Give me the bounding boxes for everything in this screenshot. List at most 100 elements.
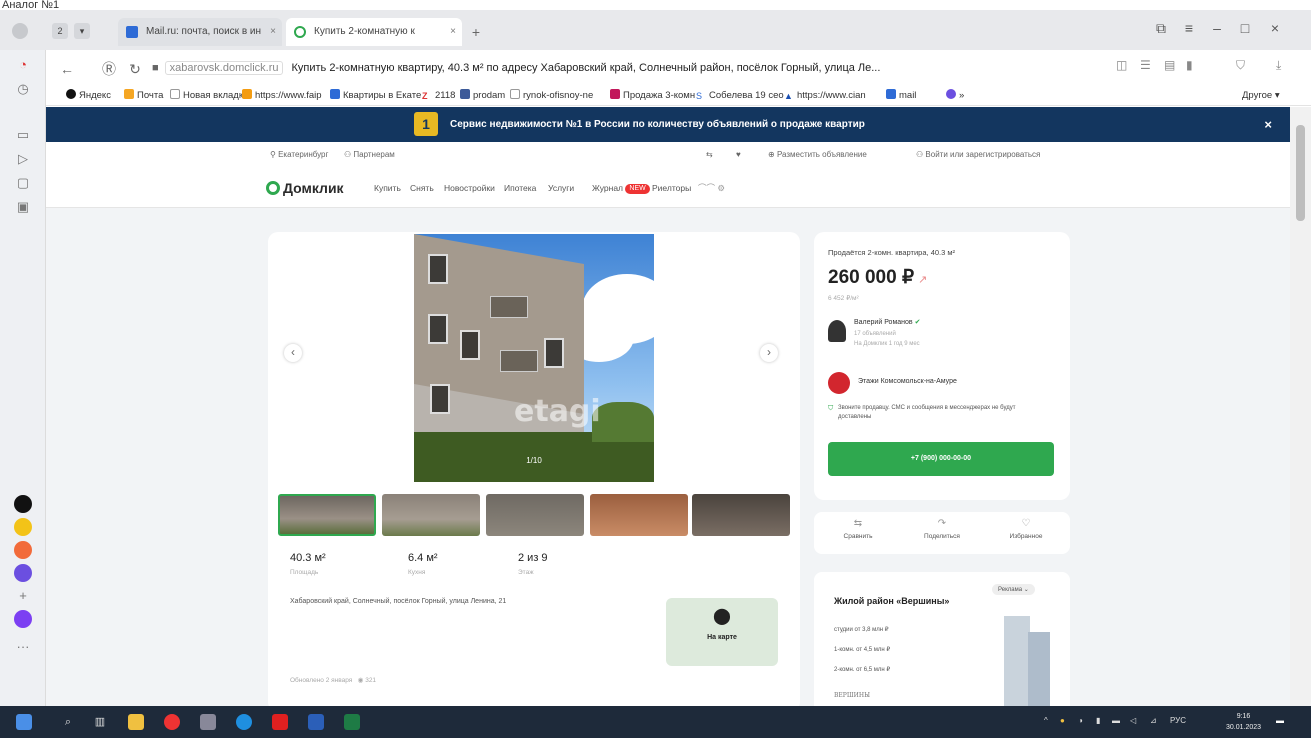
start-icon[interactable] — [16, 714, 32, 730]
word-icon[interactable] — [308, 714, 324, 730]
bookmark-item[interactable]: Квартиры в Екате — [330, 86, 421, 105]
trend-icon[interactable]: ↗ — [918, 274, 927, 286]
bookmark-item[interactable]: Почта — [124, 86, 163, 105]
tray-app-icon[interactable]: ⊿ — [1150, 716, 1157, 725]
close-window-icon[interactable]: × — [1264, 20, 1286, 36]
map-button[interactable]: ⬤ На карте — [666, 598, 778, 666]
collections-icon[interactable]: ⧉ — [1150, 20, 1172, 37]
network-icon[interactable]: ▬ — [1112, 716, 1120, 725]
scrollbar[interactable] — [1290, 107, 1311, 706]
url-field[interactable]: ■ xabarovsk.domclick.ru Купить 2-комнатную… — [152, 56, 1082, 80]
add-app-icon[interactable]: + — [14, 587, 32, 605]
edge-icon[interactable] — [236, 714, 252, 730]
bookmark-item[interactable]: Яндекс — [66, 86, 111, 105]
domclick-logo[interactable]: Домклик — [266, 168, 344, 208]
bookmark-item[interactable]: S Собелева 19 сео — [696, 86, 784, 105]
ad-card[interactable]: Реклама ⌄ Жилой район «Вершины» студии о… — [814, 572, 1070, 706]
alice-notify-icon[interactable]: ◔ — [14, 56, 32, 74]
volume-icon[interactable]: ◁ — [1130, 716, 1136, 725]
bookmark-item[interactable]: Новая вкладка — [170, 86, 248, 105]
bookmark-item[interactable]: mail — [886, 86, 916, 105]
nav-buy[interactable]: Купить — [374, 168, 401, 208]
prev-photo-button[interactable]: ‹ — [284, 344, 302, 362]
tray-app-icon[interactable]: ◑ — [1078, 716, 1083, 725]
notifications-icon[interactable]: ▬ — [1276, 716, 1284, 725]
excel-icon[interactable] — [344, 714, 360, 730]
bookmark-other[interactable]: Другое ▾ — [1242, 86, 1280, 105]
heart-icon[interactable]: ♥ — [736, 142, 741, 168]
tray-app-icon[interactable]: ● — [1060, 716, 1065, 725]
maximize-icon[interactable]: □ — [1234, 20, 1256, 36]
nav-journal[interactable]: Журнал NEW — [592, 168, 650, 208]
language-indicator[interactable]: РУС — [1170, 716, 1186, 725]
partners-link[interactable]: ⚇ Партнерам — [344, 142, 395, 168]
compare-icon[interactable]: ⇆ — [706, 142, 713, 168]
bookmark-item[interactable]: rynok-ofisnoy-ne — [510, 86, 593, 105]
minimize-icon[interactable]: – — [1206, 20, 1228, 36]
alice-icon[interactable] — [14, 610, 32, 628]
play-icon[interactable]: ▷ — [14, 150, 32, 168]
post-ad-link[interactable]: ⊕ Разместить объявление — [768, 142, 867, 168]
profile-icon[interactable] — [12, 23, 28, 39]
next-photo-button[interactable]: › — [760, 344, 778, 362]
thumbnail[interactable] — [278, 494, 376, 536]
bookmark-panel-icon[interactable]: ▢ — [14, 174, 32, 192]
yandex-icon[interactable] — [272, 714, 288, 730]
bookmark-item[interactable]: » — [946, 86, 964, 105]
download-icon[interactable]: ⤓ — [1276, 58, 1281, 73]
back-icon[interactable]: ← — [58, 60, 76, 78]
tray-chevron-icon[interactable]: ^ — [1044, 716, 1048, 725]
bookmark-icon[interactable]: ▮ — [1186, 58, 1193, 72]
bookmark-item[interactable]: https://www.faip — [242, 86, 322, 105]
city-selector[interactable]: ⚲ Екатеринбург — [270, 142, 328, 168]
clock[interactable]: 9:16 30.01.2023 — [1226, 711, 1261, 733]
thumbnail[interactable] — [692, 494, 790, 536]
protect-icon[interactable]: ⛉ — [1236, 58, 1245, 73]
share-button[interactable]: ↷ Поделиться — [902, 518, 982, 540]
app-icon[interactable] — [14, 564, 32, 582]
yandex-icon[interactable]: Ⓡ — [100, 60, 118, 78]
yandex-browser-icon[interactable] — [164, 714, 180, 730]
menu-icon[interactable]: ≡ — [1178, 20, 1200, 36]
translate-icon[interactable]: ◫ — [1116, 58, 1127, 72]
scrollbar-thumb[interactable] — [1296, 125, 1305, 221]
history-icon[interactable]: ◷ — [14, 80, 32, 98]
tab-mail[interactable]: Mail.ru: почта, поиск в ин × — [118, 18, 282, 46]
login-link[interactable]: ⚇ Войти или зарегистрироваться — [916, 142, 1040, 168]
more-icon[interactable]: ··· — [14, 638, 32, 656]
nav-mortgage[interactable]: Ипотека — [504, 168, 536, 208]
thumbnail[interactable] — [486, 494, 584, 536]
close-icon[interactable]: × — [450, 18, 456, 46]
bookmark-item[interactable]: ▲ https://www.cian — [784, 86, 866, 105]
favorite-button[interactable]: ♡ Избранное — [986, 518, 1066, 540]
reload-icon[interactable]: ↻ — [126, 60, 144, 78]
nav-newbuildings[interactable]: Новостройки — [444, 168, 495, 208]
main-photo[interactable]: etagi 1/10 — [414, 234, 654, 482]
notes-icon[interactable]: ▣ — [14, 198, 32, 216]
tab-domclick[interactable]: Купить 2-комнатную к × — [286, 18, 462, 46]
show-phone-button[interactable]: +7 (900) 000-00-00 — [828, 442, 1054, 476]
thumbnail[interactable] — [382, 494, 480, 536]
agent-block[interactable]: Валерий Романов ✔ 17 объявлений На Домкл… — [828, 318, 1048, 358]
app-icon[interactable] — [14, 495, 32, 513]
search-icon[interactable]: ⌕ — [60, 714, 76, 730]
company-block[interactable]: Этажи Комсомольск-на-Амуре — [828, 372, 1048, 394]
nav-services[interactable]: Услуги — [548, 168, 574, 208]
tray-app-icon[interactable]: ▮ — [1096, 716, 1100, 725]
close-icon[interactable]: × — [270, 18, 276, 46]
back-tabs-icon[interactable]: ▾ — [74, 23, 90, 39]
market-icon[interactable] — [14, 518, 32, 536]
bookmark-item[interactable]: prodam — [460, 86, 505, 105]
nav-rent[interactable]: Снять — [410, 168, 434, 208]
nav-realtors[interactable]: Риелторы — [652, 168, 691, 208]
compare-button[interactable]: ⇆ Сравнить — [818, 518, 898, 540]
partner-logo-icon[interactable]: ⌒⌒ ⚙ — [698, 168, 725, 208]
extensions-icon[interactable]: ▤ — [1164, 58, 1175, 72]
reader-icon[interactable]: ☰ — [1140, 58, 1151, 72]
close-icon[interactable]: × — [1264, 107, 1272, 142]
thumbnail[interactable] — [590, 494, 688, 536]
bookmark-item[interactable]: Z 2118 — [422, 86, 455, 105]
tab-counter-icon[interactable]: 2 — [52, 23, 68, 39]
collections-icon[interactable]: ▭ — [14, 126, 32, 144]
app-icon[interactable] — [200, 714, 216, 730]
